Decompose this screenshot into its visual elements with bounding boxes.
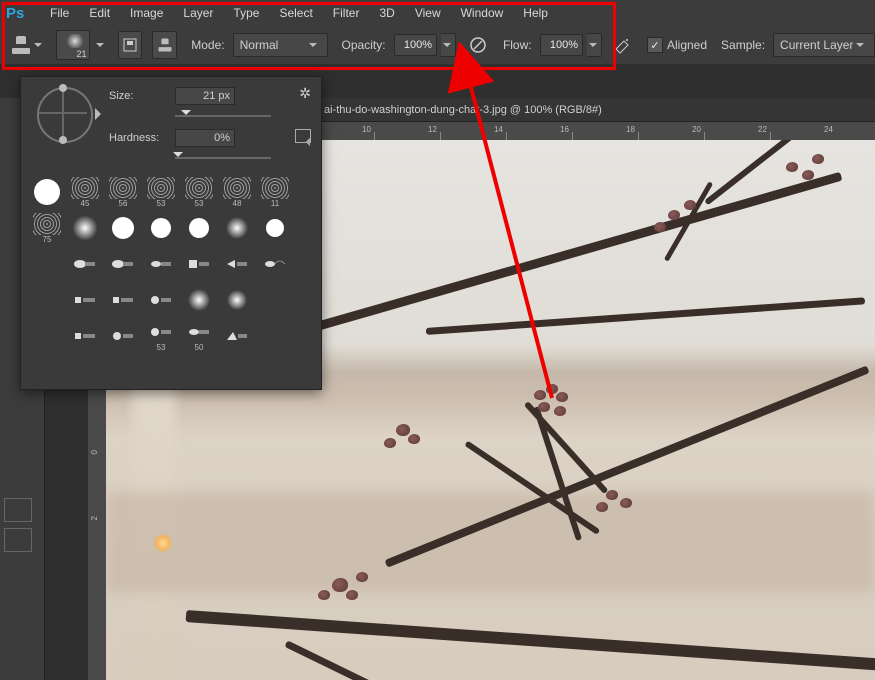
brush-preset[interactable] <box>143 283 179 317</box>
brush-preset[interactable]: 53 <box>143 175 179 209</box>
brush-preset[interactable] <box>67 319 103 353</box>
brush-preset-popup: ✲ Size: 21 px Hardness: 0% 45 56 53 53 4… <box>20 76 322 390</box>
brush-size-number: 21 <box>76 49 86 59</box>
brush-preset[interactable]: 53 <box>143 319 179 353</box>
brush-preset[interactable] <box>219 247 255 281</box>
sample-label: Sample: <box>721 38 765 52</box>
menu-3d[interactable]: 3D <box>369 0 404 26</box>
brush-preset[interactable] <box>105 283 141 317</box>
brush-preset[interactable] <box>105 319 141 353</box>
sample-value: Current Layer <box>780 38 853 52</box>
menu-help[interactable]: Help <box>513 0 558 26</box>
brush-preset-grid: 45 56 53 53 48 11 75 53 50 <box>21 169 321 355</box>
mode-label: Mode: <box>191 38 224 52</box>
pressure-opacity-icon[interactable] <box>466 32 489 58</box>
size-slider[interactable] <box>109 109 311 123</box>
brush-preset-picker[interactable]: 21 <box>56 30 90 60</box>
brush-preset[interactable] <box>181 211 217 245</box>
document-title: ai-thu-do-washington-dung-chat-3.jpg @ 1… <box>324 104 602 116</box>
hardness-slider[interactable] <box>109 151 311 165</box>
opacity-dropdown[interactable] <box>441 33 456 57</box>
toggle-brush-panel-button[interactable] <box>118 31 143 59</box>
mode-value: Normal <box>240 38 279 52</box>
menu-window[interactable]: Window <box>451 0 514 26</box>
brush-panel-popout-icon[interactable] <box>295 129 311 143</box>
menu-edit[interactable]: Edit <box>79 0 120 26</box>
brush-preset[interactable] <box>29 175 65 209</box>
brush-preset-dropdown[interactable] <box>96 40 104 51</box>
menu-type[interactable]: Type <box>223 0 269 26</box>
aligned-label: Aligned <box>667 38 707 52</box>
screen-mode-icon[interactable] <box>4 528 32 552</box>
brush-preset[interactable]: 75 <box>29 211 65 245</box>
brush-preset[interactable]: 48 <box>219 175 255 209</box>
brush-preset[interactable] <box>219 283 255 317</box>
brush-preset[interactable] <box>219 211 255 245</box>
brush-panel-menu-icon[interactable]: ✲ <box>299 85 311 102</box>
brush-preset[interactable] <box>257 247 293 281</box>
brush-preset[interactable] <box>105 247 141 281</box>
brush-preset[interactable] <box>181 247 217 281</box>
brush-preset[interactable]: 45 <box>67 175 103 209</box>
clone-stamp-tool-icon[interactable] <box>12 36 28 54</box>
brush-preset[interactable] <box>143 247 179 281</box>
brush-preset[interactable]: 56 <box>105 175 141 209</box>
hardness-label: Hardness: <box>109 132 175 144</box>
clone-source-panel-button[interactable] <box>152 31 177 59</box>
size-value[interactable]: 21 px <box>175 87 235 105</box>
aligned-checkbox[interactable]: ✓ Aligned <box>647 37 707 53</box>
brush-preset[interactable]: 53 <box>181 175 217 209</box>
sample-select[interactable]: Current Layer <box>773 33 875 57</box>
flow-dropdown[interactable] <box>587 33 602 57</box>
opacity-value[interactable]: 100% <box>394 34 437 56</box>
brush-preset[interactable] <box>105 211 141 245</box>
brush-preset[interactable] <box>67 283 103 317</box>
tool-preset-dropdown[interactable] <box>34 40 42 51</box>
size-label: Size: <box>109 90 175 102</box>
menu-select[interactable]: Select <box>269 0 322 26</box>
menu-image[interactable]: Image <box>120 0 173 26</box>
mode-select[interactable]: Normal <box>233 33 328 57</box>
hardness-value[interactable]: 0% <box>175 129 235 147</box>
brush-preset[interactable] <box>143 211 179 245</box>
flow-value[interactable]: 100% <box>540 34 583 56</box>
menu-filter[interactable]: Filter <box>323 0 370 26</box>
brush-preset[interactable]: 11 <box>257 175 293 209</box>
brush-angle-widget[interactable] <box>31 85 99 143</box>
menu-bar: Ps File Edit Image Layer Type Select Fil… <box>0 0 875 26</box>
brush-preset[interactable] <box>67 211 103 245</box>
quick-mask-icon[interactable] <box>4 498 32 522</box>
airbrush-icon[interactable] <box>610 32 633 58</box>
options-bar: 21 Mode: Normal Opacity: 100% Flow: 100%… <box>0 26 875 64</box>
brush-preset[interactable] <box>181 283 217 317</box>
brush-preset[interactable] <box>219 319 255 353</box>
brush-preset[interactable] <box>257 211 293 245</box>
app-logo: Ps <box>6 5 34 21</box>
menu-view[interactable]: View <box>405 0 451 26</box>
flow-label: Flow: <box>503 38 532 52</box>
opacity-label: Opacity: <box>342 38 386 52</box>
brush-preset[interactable] <box>67 247 103 281</box>
menu-file[interactable]: File <box>40 0 79 26</box>
menu-layer[interactable]: Layer <box>173 0 223 26</box>
aligned-check-icon: ✓ <box>647 37 663 53</box>
brush-preset[interactable]: 50 <box>181 319 217 353</box>
